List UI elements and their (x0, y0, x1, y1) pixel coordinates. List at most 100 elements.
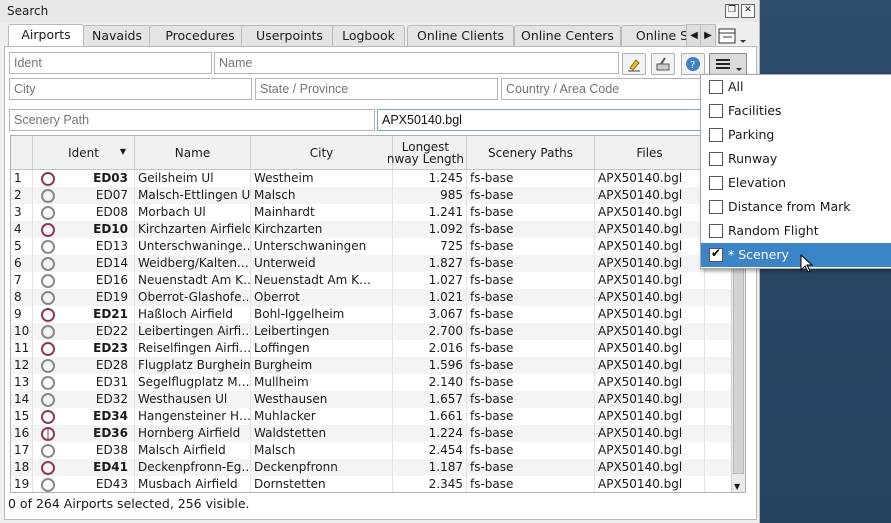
table-row[interactable]: 1 ED03 Geilsheim Ul Westheim 1.245 fs-base APX… (11, 170, 731, 187)
name-cell: Musbach Airfield (135, 476, 251, 492)
menu-item-random-flight[interactable]: Random Flight (701, 219, 891, 243)
mouse-cursor-icon (800, 253, 814, 277)
column-header-city[interactable]: City (251, 136, 393, 169)
table-row[interactable]: 18 ED41 Deckenpfronn-Eg… Deckenpfronn 1.187 f… (11, 459, 731, 476)
chevron-right-icon[interactable]: ▶ (700, 24, 716, 48)
checkbox[interactable] (709, 104, 723, 118)
file-cell: APX50140.bgl (595, 374, 705, 391)
column-header-longest[interactable]: Longest nway Length (387, 136, 467, 169)
table-row[interactable]: 9 ED21 Haßloch Airfield Bohl-Iggelheim 3.067… (11, 306, 731, 323)
menu-item-elevation[interactable]: Elevation (701, 171, 891, 195)
tab-logbook[interactable]: Logbook (332, 25, 405, 46)
table-row[interactable]: 5 ED13 Unterschwaninge… Unterschwaningen 725… (11, 238, 731, 255)
checkbox[interactable] (709, 224, 723, 238)
tab-procedures[interactable]: Procedures (149, 25, 251, 46)
menu-item-label: * Scenery (728, 247, 789, 262)
name-cell: Westhausen Ul (135, 391, 251, 408)
menu-item-parking[interactable]: Parking (701, 123, 891, 147)
file-cell: APX50140.bgl (595, 425, 705, 442)
svg-text:?: ? (690, 60, 695, 71)
table-row[interactable]: 15 ED34 Hangensteiner H… Muhlacker 1.661 fs-b… (11, 408, 731, 425)
column-header-index[interactable] (11, 136, 33, 169)
close-icon[interactable]: ✕ (741, 4, 755, 18)
longest-runway-cell: 1.245 (393, 170, 467, 187)
column-header-ident[interactable]: Ident ▼ (33, 136, 135, 169)
checkbox[interactable] (709, 80, 723, 94)
ident-field[interactable] (9, 52, 212, 74)
menu-item-scenery[interactable]: * Scenery (701, 243, 891, 267)
menu-item-label: Facilities (728, 103, 782, 118)
column-header-label: Name (174, 145, 211, 160)
menu-item-all[interactable]: All (701, 75, 891, 99)
table-row[interactable]: 3 ED08 Morbach Ul Mainhardt 1.241 fs-base APX5… (11, 204, 731, 221)
scenery-path-field[interactable] (9, 109, 375, 131)
clear-filter-icon[interactable] (622, 53, 646, 75)
checkbox[interactable] (709, 128, 723, 142)
reset-icon[interactable] (651, 53, 675, 75)
tab-navaids[interactable]: Navaids (83, 25, 151, 46)
city-cell: Oberrot (251, 289, 393, 306)
city-field[interactable] (9, 78, 252, 100)
name-field[interactable] (214, 52, 619, 74)
menu-icon[interactable] (709, 53, 747, 75)
table-row[interactable]: 4 ED10 Kirchzarten Airfield Kirchzarten 1.09… (11, 221, 731, 238)
checkbox[interactable] (709, 200, 723, 214)
city-cell: Deckenpfronn (251, 459, 393, 476)
table-row[interactable]: 10 ED22 Leibertingen Airfi… Leibertingen 2.7… (11, 323, 731, 340)
name-cell: Malsch Airfield (135, 442, 251, 459)
row-number: 3 (11, 204, 33, 221)
column-header-scenery[interactable]: Scenery Paths (467, 136, 595, 169)
checkbox[interactable] (709, 176, 723, 190)
restore-icon[interactable]: ❐ (725, 4, 739, 18)
state-field[interactable] (255, 78, 498, 100)
name-cell: Geilsheim Ul (135, 170, 251, 187)
file-cell: APX50140.bgl (595, 170, 705, 187)
help-icon[interactable]: ? (681, 53, 705, 75)
column-header-label: Files (636, 145, 663, 160)
name-cell: Flugplatz Burgheim (135, 357, 251, 374)
checkbox[interactable] (709, 246, 723, 262)
table-row[interactable]: 12 ED28 Flugplatz Burgheim Burgheim 1.596 fs-… (11, 357, 731, 374)
table-row[interactable]: 16 ED36 Hornberg Airfield Waldstetten 1.224 f… (11, 425, 731, 442)
row-number: 14 (11, 391, 33, 408)
longest-runway-cell: 1.021 (393, 289, 467, 306)
table-row[interactable]: 14 ED32 Westhausen Ul Westhausen 1.657 fs-bas… (11, 391, 731, 408)
table-row[interactable]: 17 ED38 Malsch Airfield Malsch 2.454 fs-base A… (11, 442, 731, 459)
checkbox[interactable] (709, 152, 723, 166)
table-row[interactable]: 19 ED43 Musbach Airfield Dornstetten 2.345 fs… (11, 476, 731, 492)
menu-item-distance-from-mark[interactable]: Distance from Mark (701, 195, 891, 219)
country-field[interactable] (501, 78, 701, 100)
file-cell: APX50140.bgl (595, 323, 705, 340)
longest-runway-cell: 3.067 (393, 306, 467, 323)
name-cell: Morbach Ul (135, 204, 251, 221)
name-cell: Neuenstadt Am K… (135, 272, 251, 289)
table-row[interactable]: 8 ED19 Oberrot-Glashofe… Oberrot 1.021 fs-bas… (11, 289, 731, 306)
city-cell: Waldstetten (251, 425, 393, 442)
tab-userpoints[interactable]: Userpoints (241, 25, 338, 46)
scroll-down-icon[interactable]: ▼ (734, 482, 740, 491)
column-header-files[interactable]: Files (595, 136, 705, 169)
column-header-name[interactable]: Name (135, 136, 251, 169)
file-cell: APX50140.bgl (595, 306, 705, 323)
table-row[interactable]: 2 ED07 Malsch-Ettlingen Ul Malsch 985 fs-base… (11, 187, 731, 204)
file-cell: APX50140.bgl (595, 391, 705, 408)
table-row[interactable]: 7 ED16 Neuenstadt Am K… Neuenstadt Am K… 1.0… (11, 272, 731, 289)
menu-item-runway[interactable]: Runway (701, 147, 891, 171)
name-cell: Weidberg/Kalten… (135, 255, 251, 272)
scenery-path-cell: fs-base (467, 238, 595, 255)
ident-cell: ED36 (33, 425, 135, 442)
file-cell: APX50140.bgl (595, 187, 705, 204)
scenery-path-cell: fs-base (467, 272, 595, 289)
table-row[interactable]: 13 ED31 Segelflugplatz M… Mullheim 2.140 fs-b… (11, 374, 731, 391)
tab-list-icon[interactable] (716, 25, 748, 47)
file-field[interactable] (377, 109, 701, 131)
menu-item-facilities[interactable]: Facilities (701, 99, 891, 123)
table-row[interactable]: 11 ED23 Reiselfingen Airfi… Loffingen 2.016 f… (11, 340, 731, 357)
tab-online-centers[interactable]: Online Centers (514, 25, 621, 46)
city-cell: Leibertingen (251, 323, 393, 340)
tab-airports[interactable]: Airports (8, 24, 84, 47)
city-cell: Muhlacker (251, 408, 393, 425)
table-row[interactable]: 6 ED14 Weidberg/Kalten… Unterweid 1.827 fs-ba… (11, 255, 731, 272)
city-cell: Kirchzarten (251, 221, 393, 238)
tab-online-clients[interactable]: Online Clients (407, 25, 514, 46)
